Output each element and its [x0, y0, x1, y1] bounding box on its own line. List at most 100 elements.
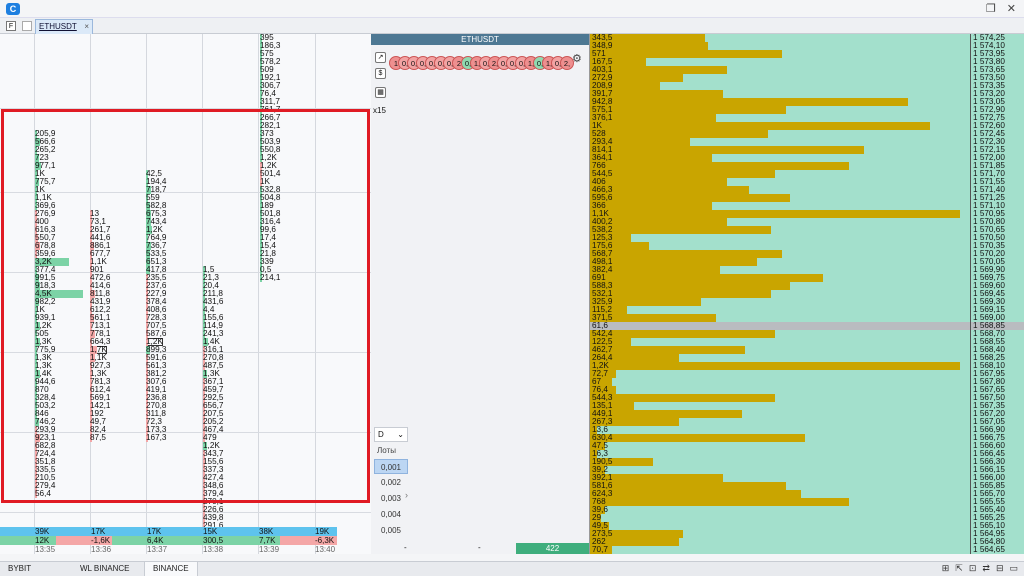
dom-row[interactable]: 630,4 1 566,75: [590, 433, 1024, 442]
dom-row[interactable]: 575,1 1 572,90: [590, 105, 1024, 114]
lot-option[interactable]: 0,002: [374, 475, 408, 490]
lot-option[interactable]: 0,001: [374, 459, 408, 474]
dom-row[interactable]: 13,6 1 566,90: [590, 425, 1024, 434]
restore-icon[interactable]: ❐: [986, 3, 996, 15]
dom-row[interactable]: 498,1 1 570,05: [590, 257, 1024, 266]
dom-row[interactable]: 568,7 1 570,20: [590, 249, 1024, 258]
dom-row[interactable]: 61,6 1 568,85: [590, 321, 1024, 330]
dom-row[interactable]: 1K 1 572,60: [590, 121, 1024, 130]
dom-row[interactable]: 262 1 564,80: [590, 537, 1024, 546]
dom-row[interactable]: 366 1 571,10: [590, 201, 1024, 210]
dom-row[interactable]: 325,9 1 569,30: [590, 297, 1024, 306]
dom-row[interactable]: 190,5 1 566,30: [590, 457, 1024, 466]
dom-row[interactable]: 29 1 565,25: [590, 513, 1024, 522]
dom-row[interactable]: 571 1 573,95: [590, 49, 1024, 58]
tab-bar: F ETHUSDT ×: [0, 18, 1024, 34]
dom-row[interactable]: 272,9 1 573,50: [590, 73, 1024, 82]
status-tool-icon[interactable]: ▭: [1009, 563, 1018, 573]
dom-row[interactable]: 532,1 1 569,45: [590, 289, 1024, 298]
highlight-box: [1, 109, 370, 503]
dom-row[interactable]: 47,5 1 566,60: [590, 441, 1024, 450]
status-tool-icon[interactable]: ⊡: [969, 563, 977, 573]
dom-row[interactable]: 588,3 1 569,60: [590, 281, 1024, 290]
dom-row[interactable]: 208,9 1 573,35: [590, 81, 1024, 90]
dom-row[interactable]: 49,5 1 565,10: [590, 521, 1024, 530]
dom-row[interactable]: 391,7 1 573,20: [590, 89, 1024, 98]
ask-volume-bar: [590, 210, 960, 218]
pin-icon[interactable]: F: [6, 21, 16, 31]
dom-row[interactable]: 135,1 1 567,35: [590, 401, 1024, 410]
dom-row[interactable]: 528 1 572,45: [590, 129, 1024, 138]
dom-row[interactable]: 264,4 1 568,25: [590, 353, 1024, 362]
timeframe-select[interactable]: D ⌄: [374, 427, 408, 442]
status-tab[interactable]: WL BINANCE: [72, 562, 138, 576]
dom-row[interactable]: 16,3 1 566,45: [590, 449, 1024, 458]
dom-row[interactable]: 167,5 1 573,80: [590, 57, 1024, 66]
dom-row[interactable]: 72,7 1 567,95: [590, 369, 1024, 378]
tab-ethusdt[interactable]: ETHUSDT ×: [35, 19, 93, 34]
dom-row[interactable]: 768 1 565,55: [590, 497, 1024, 506]
column-time: 13:35: [35, 545, 56, 554]
gear-icon[interactable]: ⚙: [572, 52, 582, 65]
total-volume: 19K: [280, 527, 337, 536]
tab-close-icon[interactable]: ×: [84, 20, 89, 34]
ask-volume-bar: [590, 434, 805, 442]
detach-icon[interactable]: [22, 21, 32, 31]
dom-row[interactable]: 403,1 1 573,65: [590, 65, 1024, 74]
lot-option[interactable]: 0,004: [374, 507, 408, 522]
close-window-icon[interactable]: ✕: [1007, 3, 1016, 15]
dom-row[interactable]: 175,6 1 570,35: [590, 241, 1024, 250]
dom-row[interactable]: 371,5 1 569,00: [590, 313, 1024, 322]
dom-row[interactable]: 1,1K 1 570,95: [590, 209, 1024, 218]
dom-row[interactable]: 382,4 1 569,90: [590, 265, 1024, 274]
dom-row[interactable]: 544,3 1 567,50: [590, 393, 1024, 402]
dom-row[interactable]: 76,4 1 567,65: [590, 385, 1024, 394]
status-tool-icon[interactable]: ⇱: [955, 563, 963, 573]
lot-option[interactable]: 0,005: [374, 523, 408, 538]
dom-row[interactable]: 400,2 1 570,80: [590, 217, 1024, 226]
dom-row[interactable]: 39,6 1 565,40: [590, 505, 1024, 514]
dom-row[interactable]: 348,9 1 574,10: [590, 41, 1024, 50]
lot-option[interactable]: 0,003: [374, 491, 408, 506]
status-tool-icon[interactable]: ⊟: [996, 563, 1004, 573]
status-tab[interactable]: BYBIT: [0, 562, 39, 576]
ask-volume-bar: [590, 250, 783, 258]
chevron-right-icon[interactable]: ›: [405, 490, 408, 500]
dom-row[interactable]: 595,6 1 571,25: [590, 193, 1024, 202]
dom-row[interactable]: 115,2 1 569,15: [590, 305, 1024, 314]
dom-row[interactable]: 293,4 1 572,30: [590, 137, 1024, 146]
dom-row[interactable]: 122,5 1 568,55: [590, 337, 1024, 346]
dom-row[interactable]: 125,3 1 570,50: [590, 233, 1024, 242]
status-tool-icon[interactable]: ⇄: [982, 563, 990, 573]
dollar-icon[interactable]: $: [375, 68, 386, 79]
dom-row[interactable]: 544,5 1 571,70: [590, 169, 1024, 178]
calculator-icon[interactable]: ▦: [375, 87, 386, 98]
dom-row[interactable]: 624,3 1 565,70: [590, 489, 1024, 498]
dom-row[interactable]: 406 1 571,55: [590, 177, 1024, 186]
chart-icon[interactable]: ↗: [375, 52, 386, 63]
dom-row[interactable]: 376,1 1 572,75: [590, 113, 1024, 122]
dom-row[interactable]: 814,1 1 572,15: [590, 145, 1024, 154]
dom-row[interactable]: 273,5 1 564,95: [590, 529, 1024, 538]
dom-row[interactable]: 70,7 1 564,65: [590, 545, 1024, 554]
dom-row[interactable]: 392,1 1 566,00: [590, 473, 1024, 482]
dom-row[interactable]: 462,7 1 568,40: [590, 345, 1024, 354]
zoom-label: x15: [373, 106, 386, 115]
dom-row[interactable]: 942,8 1 573,05: [590, 97, 1024, 106]
dom-row[interactable]: 581,6 1 565,85: [590, 481, 1024, 490]
dom-row[interactable]: 267,3 1 567,05: [590, 417, 1024, 426]
dom-row[interactable]: 538,2 1 570,65: [590, 225, 1024, 234]
dom-row[interactable]: 466,3 1 571,40: [590, 185, 1024, 194]
dom-row[interactable]: 691 1 569,75: [590, 273, 1024, 282]
dom-row[interactable]: 542,4 1 568,70: [590, 329, 1024, 338]
status-tool-icon[interactable]: ⊞: [942, 563, 950, 573]
dom-row[interactable]: 39,2 1 566,15: [590, 465, 1024, 474]
status-tab[interactable]: BINANCE: [144, 562, 198, 576]
dom-row[interactable]: 343,5 1 574,25: [590, 33, 1024, 42]
dom-row[interactable]: 67 1 567,80: [590, 377, 1024, 386]
dom-row[interactable]: 364,1 1 572,00: [590, 153, 1024, 162]
dom-row[interactable]: 1,2K 1 568,10: [590, 361, 1024, 370]
order-book[interactable]: 343,5 1 574,25 348,9 1 574,10 571 1 573,95 167…: [589, 33, 1024, 554]
dom-row[interactable]: 766 1 571,85: [590, 161, 1024, 170]
dom-row[interactable]: 449,1 1 567,20: [590, 409, 1024, 418]
